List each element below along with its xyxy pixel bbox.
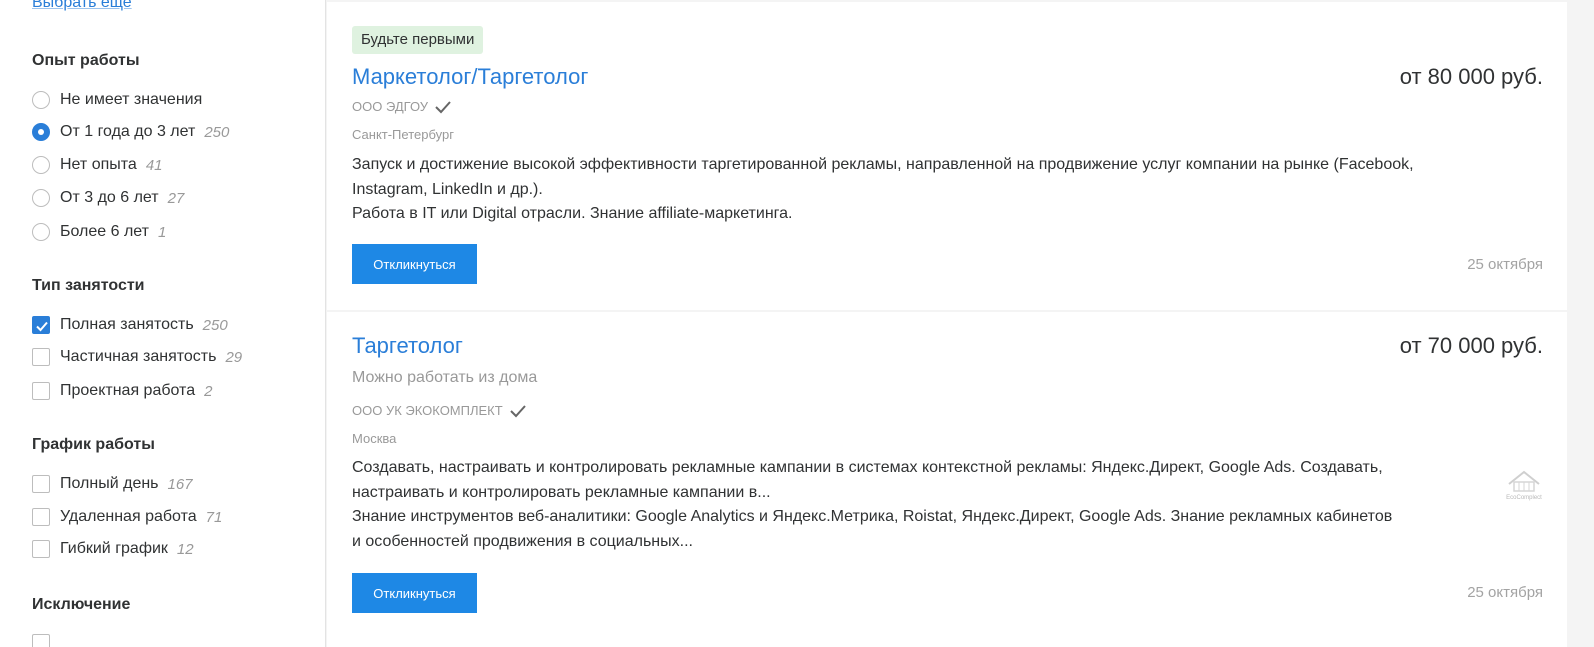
- filters-sidebar: Выбрать еще Опыт работы Не имеет значени…: [0, 0, 326, 647]
- experience-option-6plus[interactable]: Более 6 лет 1: [32, 221, 166, 243]
- schedule-option-flexible[interactable]: Гибкий график 12: [32, 538, 194, 560]
- radio-button-selected[interactable]: [32, 123, 50, 141]
- company-name-link[interactable]: ООО ЭДГОУ: [352, 99, 452, 114]
- exclusion-filter-title: Исключение: [32, 596, 131, 613]
- option-count: 1: [158, 223, 167, 241]
- vacancy-card: Таргетолог от 70 000 руб. Можно работать…: [327, 312, 1567, 647]
- exclusion-option[interactable]: [32, 632, 60, 647]
- checkbox-checked[interactable]: [32, 316, 50, 334]
- option-count: 71: [205, 508, 223, 526]
- checkbox[interactable]: [32, 348, 50, 366]
- snippet-line: и особенностей продвижения в социальных.…: [352, 532, 693, 550]
- remote-work-label: Можно работать из дома: [352, 369, 538, 386]
- option-label: Проектная работа: [60, 382, 196, 399]
- option-label: Частичная занятость: [60, 348, 217, 365]
- experience-option-3-6[interactable]: От 3 до 6 лет 27: [32, 187, 184, 209]
- option-count: 250: [204, 123, 230, 141]
- experience-option-none[interactable]: Нет опыта 41: [32, 154, 163, 176]
- schedule-option-fullday[interactable]: Полный день 167: [32, 473, 193, 495]
- ecocomplect-logo-icon: EcoComplect: [1506, 470, 1542, 501]
- radio-button[interactable]: [32, 223, 50, 241]
- select-more-link[interactable]: Выбрать еще: [32, 0, 132, 12]
- vacancy-city: Москва: [352, 431, 397, 446]
- respond-button[interactable]: Откликнуться: [352, 244, 477, 284]
- experience-option-any[interactable]: Не имеет значения: [32, 89, 202, 111]
- verified-check-icon: [435, 100, 451, 113]
- snippet-line: Запуск и достижение высокой эффективност…: [352, 156, 1414, 173]
- option-label: Полный день: [60, 475, 159, 492]
- svg-text:EcoComplect: EcoComplect: [1506, 495, 1542, 501]
- option-count: 250: [202, 316, 228, 334]
- experience-option-1-3[interactable]: От 1 года до 3 лет 250: [32, 121, 229, 143]
- radio-button[interactable]: [32, 189, 50, 207]
- radio-button[interactable]: [32, 91, 50, 109]
- be-first-badge: Будьте первыми: [352, 26, 484, 54]
- option-count: 41: [145, 156, 163, 174]
- company-name: ООО УК ЭКОКОМПЛЕКТ: [352, 403, 503, 418]
- checkbox[interactable]: [32, 508, 50, 526]
- vacancy-salary: от 80 000 руб.: [1399, 64, 1543, 89]
- vacancy-card: Будьте первыми Маркетолог/Таргетолог от …: [327, 2, 1567, 310]
- experience-filter-title: Опыт работы: [32, 52, 140, 69]
- option-label: От 1 года до 3 лет: [60, 123, 196, 140]
- vacancy-city: Санкт-Петербург: [352, 127, 454, 142]
- checkbox[interactable]: [32, 634, 50, 647]
- page-margin: [1567, 0, 1594, 647]
- option-label: Полная занятость: [60, 316, 194, 333]
- radio-button[interactable]: [32, 156, 50, 174]
- checkmark-icon: [36, 321, 48, 332]
- snippet-line: Создавать, настраивать и контролировать …: [352, 459, 1383, 476]
- option-count: 167: [167, 475, 193, 493]
- option-count: 27: [167, 189, 185, 207]
- vacancy-title-link[interactable]: Таргетолог: [352, 333, 463, 359]
- company-name-link[interactable]: ООО УК ЭКОКОМПЛЕКТ: [352, 403, 527, 418]
- vacancy-salary: от 70 000 руб.: [1399, 333, 1543, 358]
- snippet-line: Instagram, LinkedIn и др.).: [352, 180, 543, 198]
- option-count: 12: [176, 540, 194, 558]
- option-count: 29: [225, 348, 243, 366]
- snippet-line: Работа в IT или Digital отрасли. Знание …: [352, 205, 793, 222]
- company-name: ООО ЭДГОУ: [352, 99, 429, 114]
- employment-filter-title: Тип занятости: [32, 277, 145, 294]
- respond-button[interactable]: Откликнуться: [352, 573, 477, 613]
- schedule-option-remote[interactable]: Удаленная работа 71: [32, 506, 222, 528]
- option-label: Удаленная работа: [60, 508, 197, 525]
- employment-option-part[interactable]: Частичная занятость 29: [32, 346, 242, 368]
- company-logo[interactable]: EcoComplect: [1501, 462, 1547, 502]
- checkbox[interactable]: [32, 475, 50, 493]
- vacancy-date: 25 октября: [1467, 584, 1543, 601]
- snippet-line: Знание инструментов веб-аналитики: Googl…: [352, 508, 1393, 525]
- page: Выбрать еще Опыт работы Не имеет значени…: [0, 0, 1594, 647]
- vacancy-snippet: Создавать, настраивать и контролировать …: [352, 456, 1502, 554]
- option-label: Не имеет значения: [60, 91, 203, 108]
- verified-check-icon: [509, 404, 526, 417]
- option-label: Нет опыта: [60, 156, 137, 173]
- checkbox[interactable]: [32, 540, 50, 558]
- vacancy-snippet: Запуск и достижение высокой эффективност…: [352, 153, 1502, 227]
- employment-option-full[interactable]: Полная занятость 250: [32, 314, 228, 336]
- option-label: От 3 до 6 лет: [60, 189, 159, 206]
- schedule-filter-title: График работы: [32, 436, 155, 453]
- option-label: Более 6 лет: [60, 223, 149, 240]
- checkbox[interactable]: [32, 382, 50, 400]
- option-count: 2: [204, 382, 213, 400]
- vacancy-title-link[interactable]: Маркетолог/Таргетолог: [352, 64, 588, 90]
- employment-option-project[interactable]: Проектная работа 2: [32, 380, 212, 402]
- vacancy-date: 25 октября: [1467, 256, 1543, 273]
- option-label: Гибкий график: [60, 540, 168, 557]
- snippet-line: настраивать и контролировать рекламные к…: [352, 483, 771, 501]
